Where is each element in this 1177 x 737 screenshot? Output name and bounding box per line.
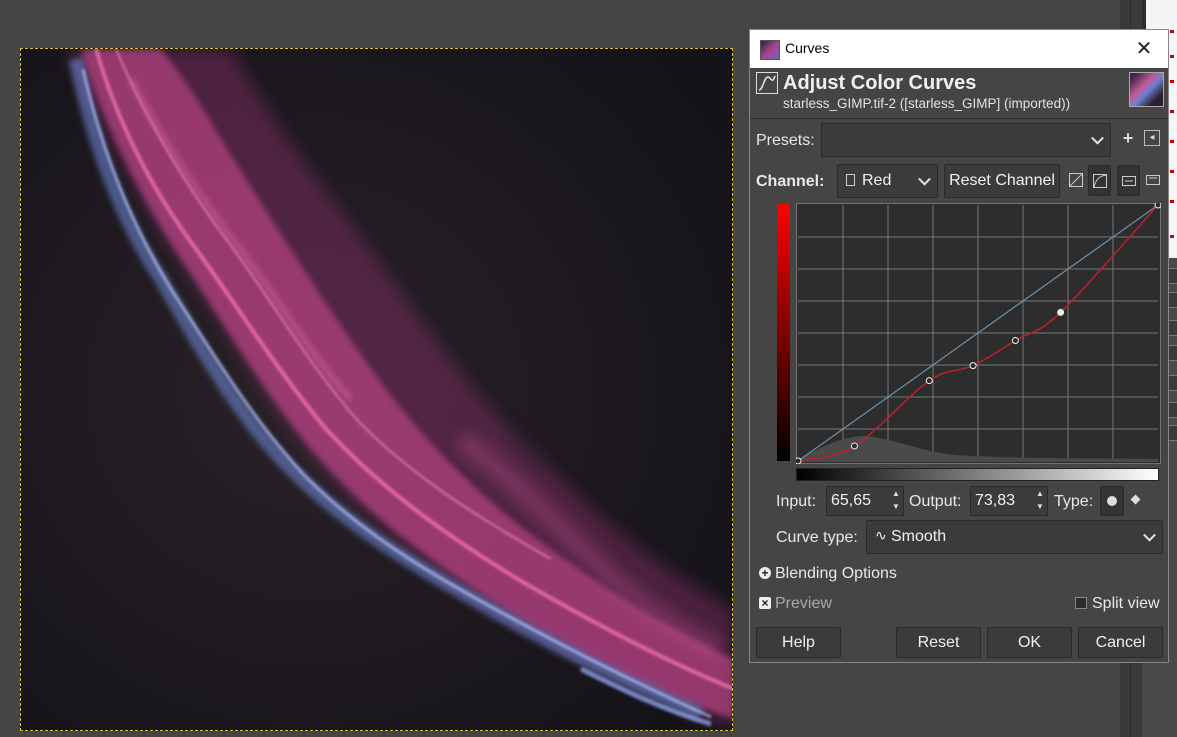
curves-icon xyxy=(756,72,778,94)
curve-type-dropdown[interactable]: ∿ Smooth xyxy=(866,520,1163,554)
channel-settings-button[interactable] xyxy=(1117,165,1140,196)
channel-settings-icon xyxy=(1122,176,1136,186)
log-histogram-icon xyxy=(1093,174,1107,188)
output-gradient-bar xyxy=(777,204,790,461)
curve-type-value: Smooth xyxy=(891,528,947,545)
curve-control-point[interactable] xyxy=(925,377,933,385)
curve-type-label: Curve type: xyxy=(776,529,858,546)
smooth-curve-icon: ∿ xyxy=(875,527,887,543)
help-button[interactable]: Help xyxy=(756,627,841,658)
type-label: Type: xyxy=(1054,493,1094,510)
preview-checkbox[interactable]: × xyxy=(759,597,771,609)
preview-label: Preview xyxy=(775,595,832,612)
output-label: Output: xyxy=(909,493,962,510)
input-gradient-bar xyxy=(796,468,1159,481)
spin-up-icon[interactable]: ▲ xyxy=(891,489,901,499)
input-value: 65,65 xyxy=(831,492,872,509)
dialog-heading: Adjust Color Curves xyxy=(783,72,977,94)
channel-value: Red xyxy=(862,172,892,189)
add-preset-icon[interactable]: + xyxy=(1120,128,1136,149)
spin-down-icon[interactable]: ▼ xyxy=(1035,502,1045,512)
input-spinbox[interactable]: 65,65 ▲ ▼ xyxy=(826,486,904,516)
channel-settings-alt-icon[interactable] xyxy=(1146,173,1160,187)
nebula-image[interactable] xyxy=(20,48,733,731)
smooth-point-icon xyxy=(1107,496,1117,506)
curves-dialog: Curves ✕ Adjust Color Curves starless_GI… xyxy=(749,29,1169,663)
log-histogram-button[interactable] xyxy=(1088,165,1111,196)
presets-dropdown[interactable] xyxy=(821,123,1111,157)
input-label: Input: xyxy=(776,493,817,510)
curve-control-point[interactable] xyxy=(850,442,858,450)
spin-down-icon[interactable]: ▼ xyxy=(891,502,901,512)
ok-button[interactable]: OK xyxy=(987,627,1072,658)
preset-menu-icon[interactable]: ◂ xyxy=(1144,130,1160,146)
linear-histogram-icon[interactable] xyxy=(1069,173,1083,187)
output-value: 73,83 xyxy=(975,492,1016,509)
curve-control-point[interactable] xyxy=(969,362,977,370)
curve-control-point[interactable] xyxy=(1057,308,1065,316)
curve-control-point[interactable] xyxy=(1154,203,1161,209)
channel-label: Channel: xyxy=(756,173,825,190)
curve-control-point[interactable] xyxy=(1011,337,1019,345)
spin-up-icon[interactable]: ▲ xyxy=(1035,489,1045,499)
nebula-picture xyxy=(21,49,732,730)
close-icon[interactable]: ✕ xyxy=(1130,35,1158,63)
smooth-point-button[interactable] xyxy=(1100,486,1124,516)
reset-button[interactable]: Reset xyxy=(896,627,981,658)
dialog-header: Adjust Color Curves starless_GIMP.tif-2 … xyxy=(750,68,1168,116)
thumbnail-icon xyxy=(1129,72,1164,107)
channel-icon xyxy=(846,174,855,186)
window-title: Curves xyxy=(785,40,830,56)
blending-options-expander[interactable]: Blending Options xyxy=(775,565,897,583)
presets-label: Presets: xyxy=(756,132,815,149)
curve-graph[interactable] xyxy=(796,203,1161,464)
cancel-button[interactable]: Cancel xyxy=(1078,627,1163,658)
dialog-titlebar[interactable]: Curves ✕ xyxy=(750,30,1168,68)
output-spinbox[interactable]: 73,83 ▲ ▼ xyxy=(970,486,1048,516)
split-view-label: Split view xyxy=(1092,595,1160,612)
corner-point-icon[interactable] xyxy=(1130,494,1141,505)
chevron-down-icon xyxy=(1143,528,1156,542)
chevron-down-icon xyxy=(918,172,931,186)
image-subtitle: starless_GIMP.tif-2 ([starless_GIMP] (im… xyxy=(783,96,1071,111)
gimp-window-icon xyxy=(760,40,780,60)
reset-channel-button[interactable]: Reset Channel xyxy=(944,164,1060,198)
expand-icon[interactable]: + xyxy=(759,567,771,579)
split-view-checkbox[interactable] xyxy=(1075,597,1087,609)
chevron-down-icon xyxy=(1091,131,1104,145)
channel-dropdown[interactable]: Red xyxy=(837,164,938,198)
curve-control-point[interactable] xyxy=(796,457,802,464)
